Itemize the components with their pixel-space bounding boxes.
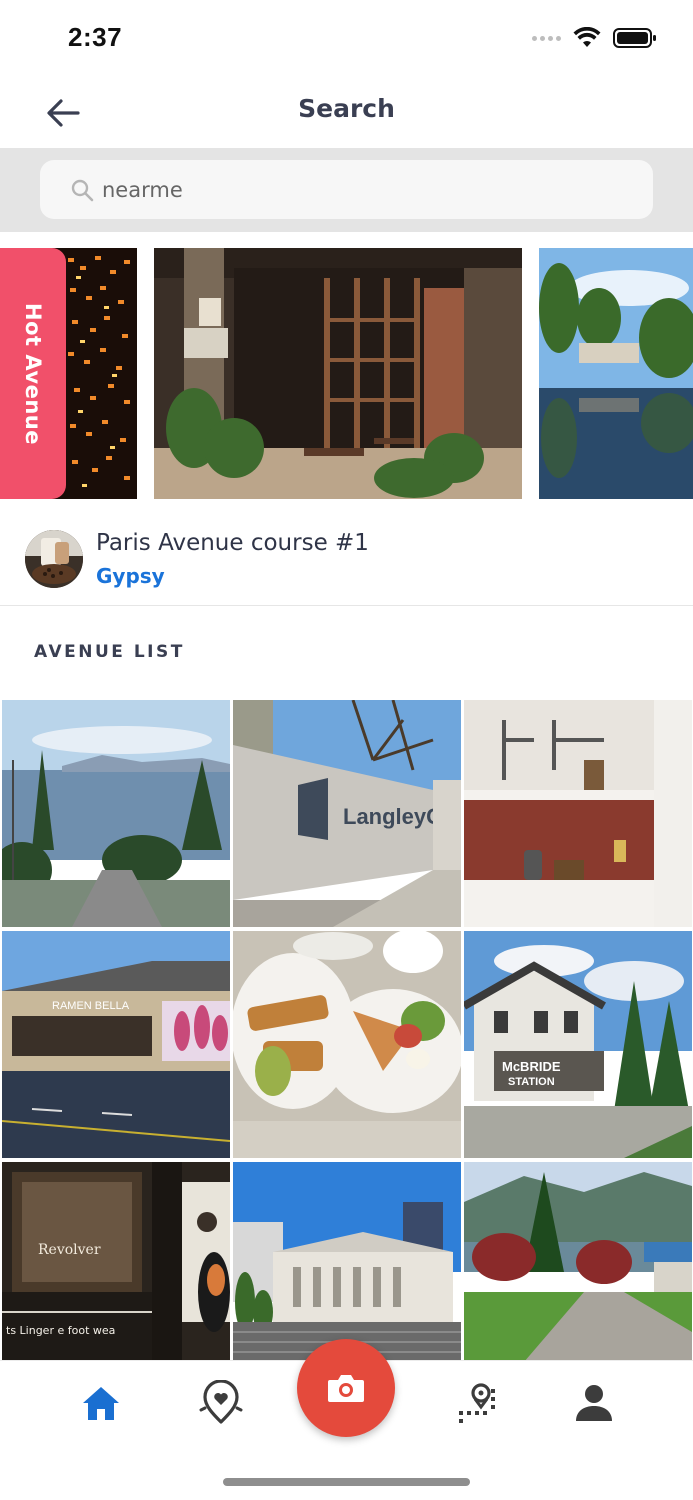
home-indicator[interactable] — [223, 1478, 470, 1486]
route-icon — [459, 1383, 495, 1423]
search-icon — [71, 179, 94, 201]
wifi-icon — [573, 27, 601, 47]
avenue-tile[interactable] — [233, 931, 461, 1158]
course-card[interactable]: Paris Avenue course #1 Gypsy — [0, 510, 693, 606]
avenue-tile[interactable] — [464, 700, 692, 927]
hot-avenue-carousel[interactable]: Hot Avenue — [0, 248, 693, 499]
avenue-tile[interactable] — [2, 700, 230, 927]
svg-text:STATION: STATION — [508, 1076, 555, 1088]
hot-avenue-label: Hot Avenue — [21, 302, 45, 445]
home-indicator-area — [0, 1444, 693, 1500]
svg-text:RAMEN BELLA: RAMEN BELLA — [52, 1000, 130, 1012]
search-input[interactable] — [102, 177, 602, 202]
avatar — [25, 530, 83, 588]
hot-avenue-tab[interactable]: Hot Avenue — [0, 248, 66, 499]
status-time: 2:37 — [68, 22, 123, 52]
avenue-tile[interactable]: RAMEN BELLA — [2, 931, 230, 1158]
status-icons — [532, 26, 657, 50]
avenue-tile[interactable]: Revolver ts Linger e foot wea — [2, 1162, 230, 1389]
status-bar: 2:37 — [0, 0, 693, 76]
avenue-tile[interactable]: LangleyCity — [233, 700, 461, 927]
nav-profile[interactable] — [566, 1375, 622, 1431]
search-bar — [0, 148, 693, 232]
home-icon — [83, 1387, 119, 1420]
nav-explore[interactable] — [193, 1375, 249, 1431]
signal-icon — [532, 35, 561, 41]
avenue-tile[interactable]: McBRIDE STATION — [464, 931, 692, 1158]
header: Search — [0, 76, 693, 148]
avenue-tile[interactable] — [464, 1162, 692, 1389]
section-title: AVENUE LIST — [34, 642, 185, 662]
carousel-image[interactable] — [539, 248, 693, 499]
nav-home[interactable] — [73, 1375, 129, 1431]
camera-button[interactable] — [297, 1339, 395, 1437]
map-pin-heart-icon — [199, 1380, 243, 1424]
camera-icon — [328, 1375, 364, 1402]
nav-route[interactable] — [447, 1375, 503, 1431]
page-title: Search — [298, 94, 395, 123]
person-icon — [576, 1385, 612, 1421]
svg-text:Revolver: Revolver — [38, 1242, 101, 1258]
course-title: Paris Avenue course #1 — [96, 530, 369, 556]
search-field[interactable] — [40, 160, 653, 219]
svg-text:McBRIDE: McBRIDE — [502, 1059, 561, 1074]
course-author[interactable]: Gypsy — [96, 564, 165, 588]
carousel-image[interactable] — [154, 248, 522, 499]
battery-icon — [613, 28, 656, 48]
svg-text:ts Linger e foot wea: ts Linger e foot wea — [6, 1324, 115, 1337]
